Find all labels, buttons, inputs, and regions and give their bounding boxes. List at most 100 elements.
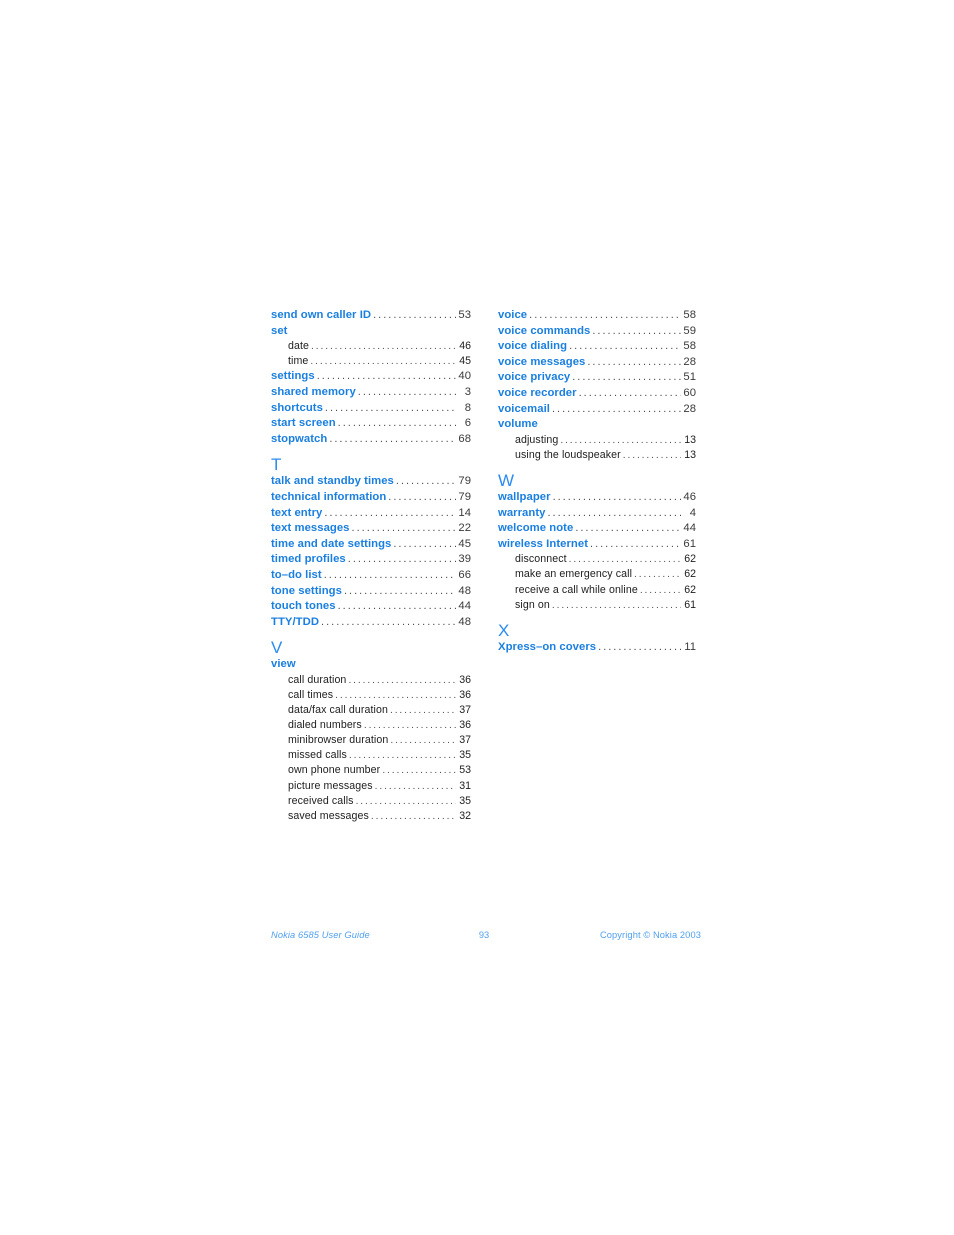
section-letter: T	[271, 455, 282, 475]
index-entry-label: call duration	[288, 673, 347, 686]
index-entry-label: touch tones	[271, 600, 336, 613]
index-entry-page-number: 28	[683, 402, 696, 415]
index-entry-label: text entry	[271, 506, 323, 519]
index-subentry: sign on.................................…	[498, 598, 696, 613]
index-entry-label: received calls	[288, 794, 354, 807]
index-entry-label: Xpress–on covers	[498, 640, 597, 653]
index-entry-page-number: 53	[458, 309, 471, 321]
dot-leader: ........................................…	[347, 553, 456, 566]
dot-leader: ........................................…	[390, 735, 456, 747]
dot-leader: ........................................…	[311, 341, 456, 353]
index-subentry: call times..............................…	[271, 688, 471, 703]
index-entry-page-number: 36	[459, 673, 471, 686]
index-entry-page-number: 62	[684, 553, 696, 566]
index-subentry: date....................................…	[271, 339, 471, 354]
index-subentry: data/fax call duration..................…	[271, 703, 471, 718]
index-subentry: time....................................…	[271, 354, 471, 369]
index-entry-page-number: 46	[459, 340, 471, 353]
dot-leader: ........................................…	[337, 417, 456, 430]
index-subentry: received calls..........................…	[271, 794, 471, 809]
dot-leader: ........................................…	[569, 340, 681, 353]
dot-leader: ........................................…	[321, 615, 456, 628]
index-entry-label: saved messages	[288, 809, 369, 822]
dot-leader: ........................................…	[355, 795, 456, 807]
index-entry: warranty................................…	[498, 506, 696, 522]
index-entry-label: voice commands	[498, 324, 591, 337]
dot-leader: ........................................…	[590, 537, 681, 550]
index-entry: touch tones.............................…	[271, 599, 471, 615]
index-entry-page-number: 35	[459, 794, 471, 807]
dot-leader: ........................................…	[373, 309, 456, 321]
index-entry-label: to–do list	[271, 568, 322, 581]
index-entry: wallpaper...............................…	[498, 490, 696, 506]
index-entry-page-number: 79	[458, 490, 471, 503]
index-entry-page-number: 37	[459, 704, 471, 717]
index-entry-page-number: 14	[458, 506, 471, 519]
index-entry: time and date settings..................…	[271, 537, 471, 553]
index-entry-page-number: 13	[684, 448, 696, 461]
dot-leader: ........................................…	[357, 385, 456, 398]
index-entry-label: set	[271, 324, 288, 337]
dot-leader: ........................................…	[547, 506, 682, 519]
dot-leader: ........................................…	[329, 432, 456, 445]
index-entry-label: timed profiles	[271, 553, 346, 566]
index-entry-page-number: 79	[458, 475, 471, 488]
index-entry-page-number: 53	[459, 764, 471, 777]
index-entry-page-number: 31	[459, 779, 471, 792]
dot-leader: ........................................…	[348, 674, 456, 686]
index-entry: send own caller ID......................…	[271, 308, 471, 324]
index-entry-page-number: 6	[464, 417, 471, 430]
index-entry-page-number: 40	[458, 370, 471, 383]
index-entry-page-number: 61	[683, 537, 696, 550]
index-entry-label: wireless Internet	[498, 537, 589, 550]
index-entry-page-number: 66	[458, 568, 471, 581]
index-entry-page-number: 22	[458, 522, 471, 535]
index-entry-page-number: 13	[684, 433, 696, 446]
index-entry: volume..................................…	[498, 417, 696, 433]
index-entry-label: date	[288, 340, 310, 353]
footer-page-number: 93	[478, 930, 490, 940]
index-entry-label: sign on	[515, 598, 550, 611]
index-entry-label: start screen	[271, 417, 336, 430]
index-subentry: disconnect..............................…	[498, 552, 696, 567]
index-entry-page-number: 58	[683, 340, 696, 353]
index-entry-page-number: 59	[683, 324, 696, 337]
index-entry-page-number: 44	[683, 522, 696, 535]
index-entry-label: voice messages	[498, 355, 586, 368]
index-entry-label: volume	[498, 418, 538, 431]
index-entry-label: shortcuts	[271, 401, 323, 414]
index-entry-page-number: 46	[683, 490, 696, 503]
index-entry-page-number: 48	[458, 615, 471, 628]
index-subentry: missed calls............................…	[271, 748, 471, 763]
index-entry-page-number: 32	[459, 809, 471, 822]
dot-leader: ........................................…	[389, 705, 456, 717]
dot-leader: ........................................…	[622, 449, 681, 461]
dot-leader: ........................................…	[568, 554, 681, 566]
dot-leader: ........................................…	[310, 356, 456, 368]
dot-leader: ........................................…	[382, 765, 456, 777]
index-entry-page-number: 36	[459, 688, 471, 701]
index-entry-label: talk and standby times	[271, 475, 394, 488]
index-subentry: call duration...........................…	[271, 673, 471, 688]
dot-leader: ........................................…	[351, 522, 456, 535]
section-letter: X	[498, 620, 510, 640]
page-footer: Nokia 6585 User Guide 93 Copyright © Nok…	[271, 930, 701, 944]
index-subentry: make an emergency call..................…	[498, 567, 696, 582]
index-entry-page-number: 28	[683, 355, 696, 368]
index-entry-label: missed calls	[288, 749, 347, 762]
index-entry-label: time	[288, 355, 309, 368]
index-entry: wireless Internet.......................…	[498, 537, 696, 553]
dot-leader: ........................................…	[592, 324, 681, 337]
index-entry-label: call times	[288, 688, 334, 701]
index-subentry: using the loudspeaker...................…	[498, 448, 696, 463]
index-entry-page-number: 45	[459, 355, 471, 368]
index-entry: settings................................…	[271, 369, 471, 385]
dot-leader: ........................................…	[395, 475, 456, 488]
index-subentry: receive a call while online.............…	[498, 583, 696, 598]
index-entry-page-number: 3	[464, 385, 471, 398]
dot-leader: ........................................…	[316, 370, 456, 383]
index-entry-label: settings	[271, 370, 315, 383]
index-entry: voice recorder..........................…	[498, 386, 696, 402]
index-entry: voice privacy...........................…	[498, 370, 696, 386]
index-entry: to–do list..............................…	[271, 568, 471, 584]
